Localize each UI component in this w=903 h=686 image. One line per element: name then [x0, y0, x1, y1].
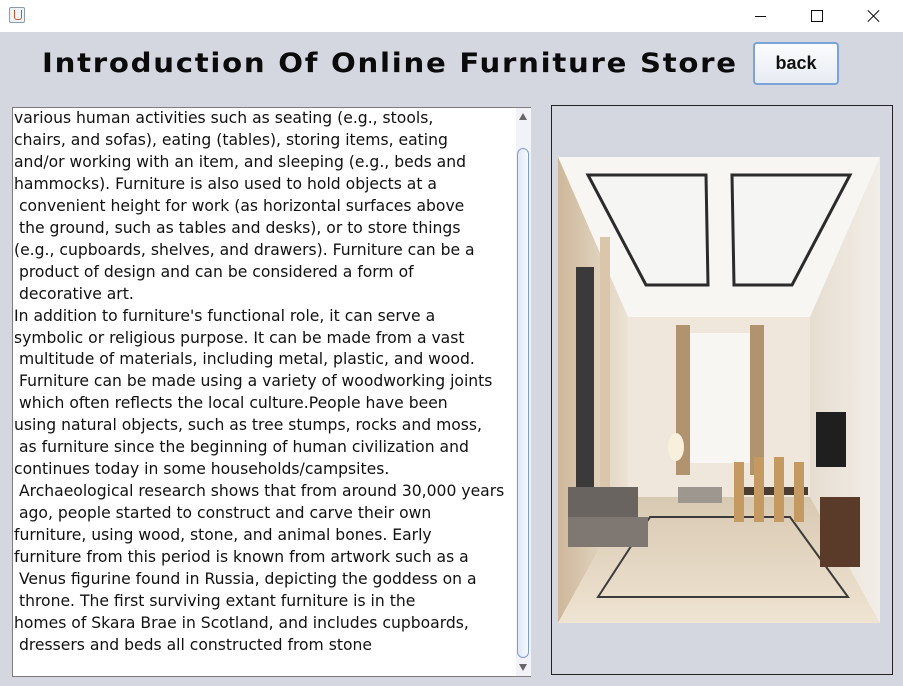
maximize-button[interactable] [788, 0, 846, 32]
java-app-icon [9, 7, 25, 23]
scroll-down-icon[interactable] [519, 664, 527, 671]
close-icon [867, 9, 881, 23]
maximize-icon [811, 10, 823, 22]
close-button[interactable] [845, 0, 903, 32]
minimize-icon [754, 15, 766, 17]
scroll-thumb[interactable] [517, 148, 529, 658]
back-button[interactable]: back [753, 42, 839, 85]
image-panel [551, 105, 893, 675]
page-title: Introduction Of Online Furniture Store [42, 48, 738, 79]
vertical-scrollbar[interactable] [516, 108, 531, 676]
description-text[interactable]: various human activities such as seating… [14, 108, 517, 676]
minimize-button[interactable] [731, 0, 789, 32]
scroll-up-icon[interactable] [519, 113, 527, 120]
description-panel: various human activities such as seating… [12, 107, 531, 677]
title-bar [0, 0, 903, 32]
furniture-room-image [558, 157, 880, 623]
